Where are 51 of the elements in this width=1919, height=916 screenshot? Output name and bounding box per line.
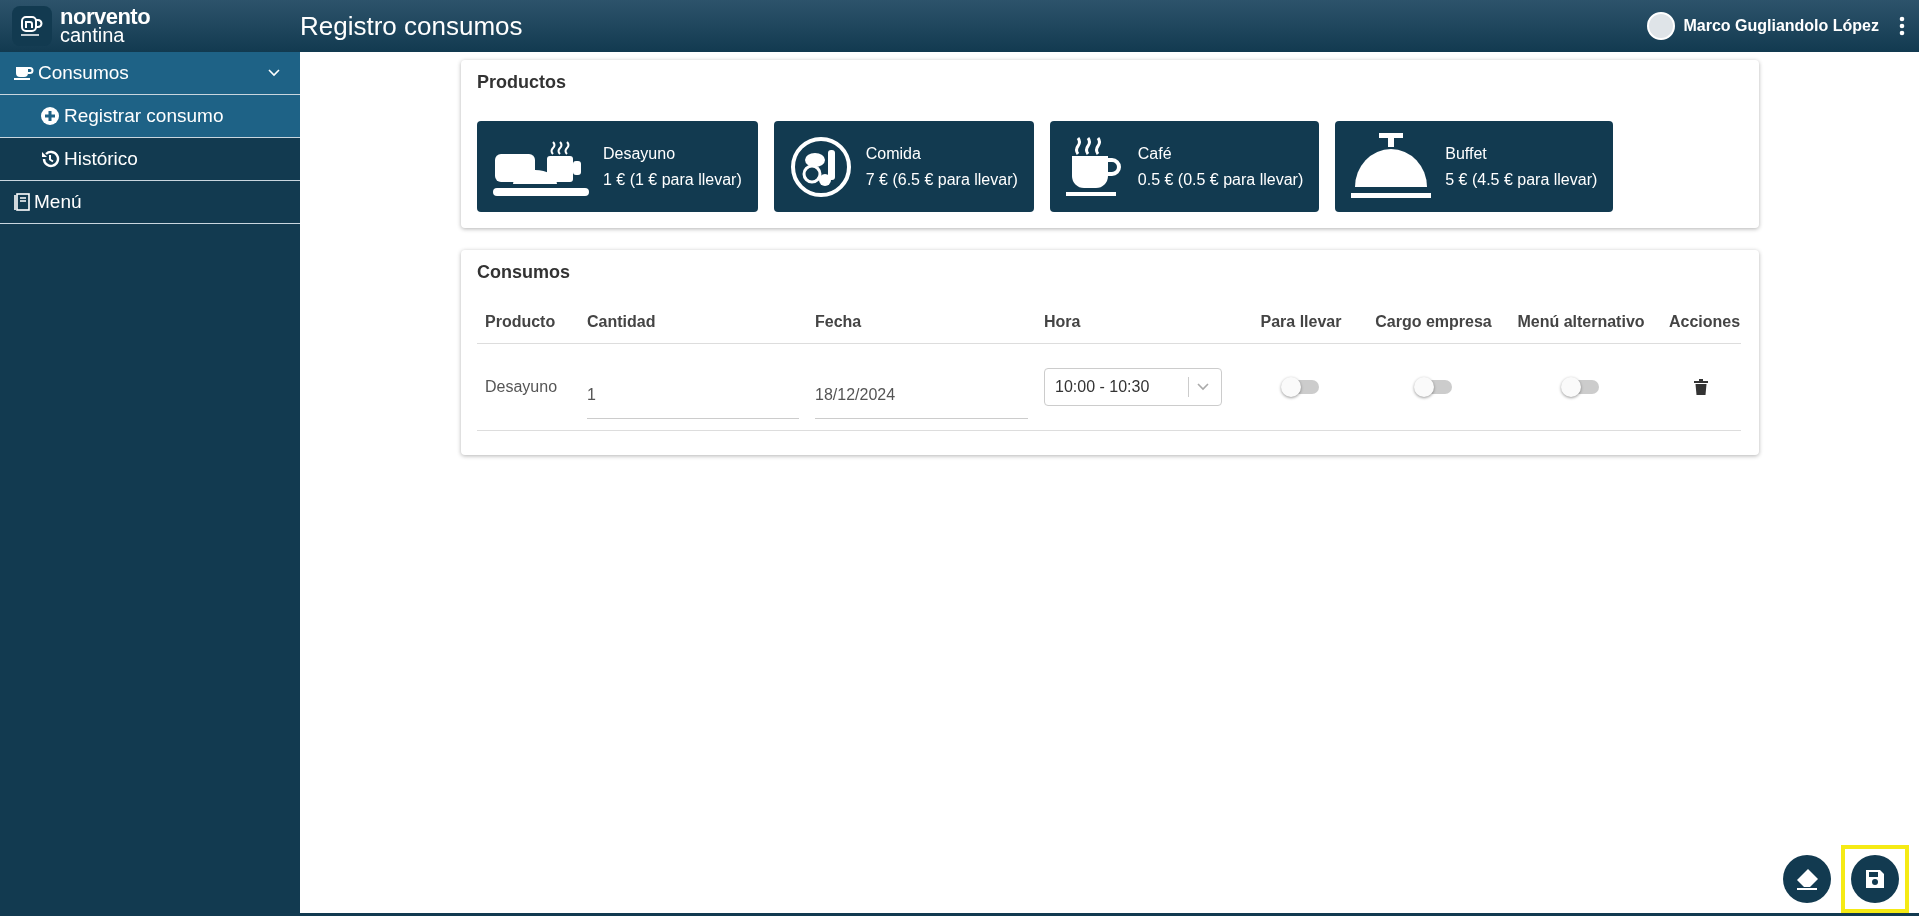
delete-icon[interactable] xyxy=(1694,379,1708,395)
product-name: Desayuno xyxy=(603,144,677,163)
product-price: 5 € (4.5 € para llevar) xyxy=(1445,170,1598,189)
cloche-icon xyxy=(1351,132,1432,201)
column-header: Fecha xyxy=(807,303,1036,344)
history-icon xyxy=(40,149,60,169)
mug-logo-icon xyxy=(12,6,52,46)
product-price: 0.5 € (0.5 € para llevar) xyxy=(1137,170,1304,189)
cup-icon xyxy=(14,65,34,81)
page-title: Registro consumos xyxy=(300,10,524,42)
user-name: Marco Gugliandolo López xyxy=(1683,17,1879,35)
more-menu-icon[interactable] xyxy=(1899,16,1905,36)
brand-subtitle: cantina xyxy=(60,26,126,45)
column-header: Cantidad xyxy=(579,303,807,344)
card-title: Consumos xyxy=(477,262,571,283)
column-header: Cargo empresa xyxy=(1366,303,1501,344)
sidebar-item[interactable]: Consumos xyxy=(0,52,300,95)
clear-button[interactable] xyxy=(1783,855,1831,903)
avatar xyxy=(1647,12,1676,40)
column-header: Menú alternativo xyxy=(1501,303,1661,344)
column-header: Producto xyxy=(477,303,579,344)
toggle-switch[interactable] xyxy=(1563,380,1599,394)
table-cell: Desayuno xyxy=(477,344,579,431)
product-name: Buffet xyxy=(1445,144,1488,163)
product-button[interactable]: Café 0.5 € (0.5 € para llevar) xyxy=(1049,121,1320,212)
toggle-switch[interactable] xyxy=(1283,380,1319,394)
column-header: Hora xyxy=(1036,303,1236,344)
date-field[interactable]: 18/12/2024 xyxy=(815,371,1028,419)
coffee-cup-icon xyxy=(1065,135,1124,198)
toggle-switch[interactable] xyxy=(1415,380,1452,394)
eraser-icon xyxy=(1795,868,1819,890)
product-price: 1 € (1 € para llevar) xyxy=(603,170,742,189)
quantity-field[interactable]: 1 xyxy=(587,371,799,419)
product-button[interactable]: Desayuno 1 € (1 € para llevar) xyxy=(477,121,758,212)
product-button[interactable]: Buffet 5 € (4.5 € para llevar) xyxy=(1335,121,1614,212)
card-title: Productos xyxy=(477,72,567,93)
save-button[interactable] xyxy=(1851,855,1899,903)
column-header: Acciones xyxy=(1661,303,1741,344)
column-header: Para llevar xyxy=(1236,303,1366,344)
brand-name: norvento xyxy=(60,7,151,26)
plus-circle-icon xyxy=(40,106,60,126)
chevron-down-icon xyxy=(268,69,280,77)
sidebar-item[interactable]: Registrar consumo xyxy=(0,95,300,138)
plate-food-icon xyxy=(789,135,852,198)
book-icon xyxy=(14,193,30,211)
chevron-down-icon xyxy=(1197,383,1209,391)
product-price: 7 € (6.5 € para llevar) xyxy=(865,170,1018,189)
product-name: Café xyxy=(1137,144,1173,163)
time-select[interactable]: 10:00 - 10:30 xyxy=(1044,368,1222,406)
product-button[interactable]: Comida 7 € (6.5 € para llevar) xyxy=(773,121,1034,212)
product-name: Comida xyxy=(865,144,922,163)
